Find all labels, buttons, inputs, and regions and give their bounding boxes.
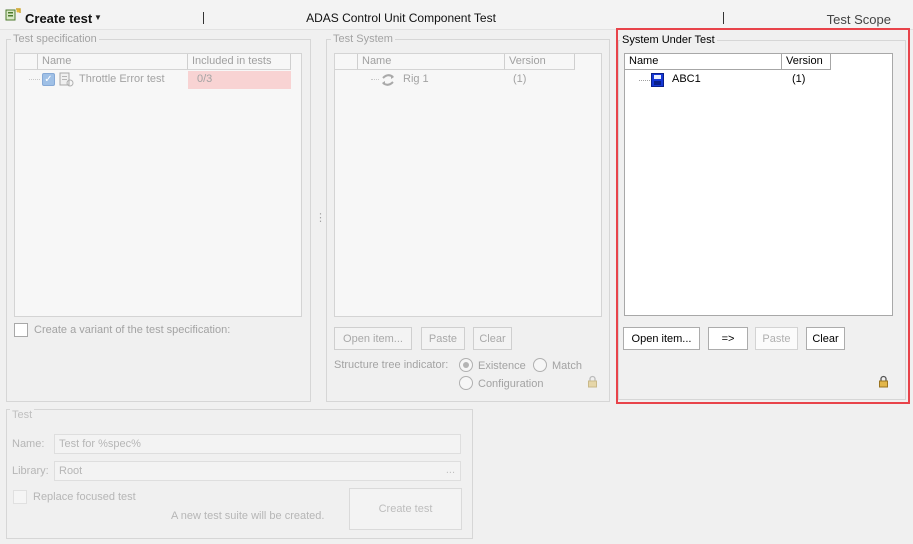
info-text: A new test suite will be created. [171, 510, 325, 522]
test-system-open-item-button[interactable]: Open item... [334, 327, 412, 350]
test-system-tree[interactable]: Name Version Rig 1 (1) [334, 53, 602, 317]
sut-assign-arrow-button[interactable]: => [708, 327, 748, 350]
replace-focused-test-label: Replace focused test [33, 491, 136, 503]
existence-radio-label: Existence [478, 360, 526, 372]
sut-open-item-button[interactable]: Open item... [623, 327, 700, 350]
sut-paste-button[interactable]: Paste [755, 327, 798, 350]
column-header-name[interactable]: Name [38, 54, 188, 70]
variant-checkbox-label: Create a variant of the test specificati… [34, 324, 231, 336]
configuration-radio-label: Configuration [478, 378, 544, 390]
system-under-test-name: ABC1 [672, 73, 701, 85]
existence-radio[interactable] [459, 358, 473, 372]
system-unit-icon [651, 73, 664, 87]
column-header-name[interactable]: Name [625, 54, 782, 70]
test-legend: Test [10, 409, 35, 421]
column-header-version[interactable]: Version [505, 54, 575, 70]
table-row[interactable]: Rig 1 (1) [335, 71, 575, 89]
column-header-name[interactable]: Name [358, 54, 505, 70]
column-header-spacer [335, 54, 358, 70]
page-title: ADAS Control Unit Component Test [306, 11, 496, 25]
match-radio[interactable] [533, 358, 547, 372]
splitter-grip-icon[interactable]: ⋮ [315, 211, 326, 224]
spec-name: Throttle Error test [79, 73, 165, 85]
lock-icon[interactable] [587, 375, 598, 388]
library-value: Root [59, 465, 83, 477]
test-system-legend: Test System [331, 33, 395, 45]
variant-checkbox[interactable] [14, 323, 28, 337]
tree-connector [371, 79, 379, 80]
system-under-test-legend: System Under Test [620, 34, 717, 46]
library-label: Library: [12, 465, 49, 477]
test-system-clear-button[interactable]: Clear [473, 327, 512, 350]
test-specification-tree[interactable]: Name Included in tests ✓ Throttle Error … [14, 53, 302, 317]
column-header-version[interactable]: Version [782, 54, 831, 70]
toolbar-separator [723, 12, 724, 24]
test-specification-icon [59, 72, 74, 87]
lock-icon[interactable] [878, 375, 889, 388]
rig-name: Rig 1 [403, 73, 429, 85]
test-name-input[interactable]: Test for %spec% [54, 434, 461, 454]
toolbar: Create test ▼ ADAS Control Unit Componen… [0, 0, 913, 30]
column-header-included[interactable]: Included in tests [188, 54, 291, 70]
table-row[interactable]: ✓ Throttle Error test 0/3 [15, 71, 291, 89]
test-scope-label: Test Scope [826, 12, 891, 27]
test-specification-legend: Test specification [11, 33, 99, 45]
structure-tree-indicator-label: Structure tree indicator: [334, 359, 449, 371]
table-row[interactable]: ABC1 (1) [625, 71, 831, 89]
system-under-test-tree[interactable]: Name Version ABC1 (1) [624, 53, 893, 316]
library-browse-button[interactable]: ... [446, 464, 455, 476]
tree-connector [639, 80, 650, 81]
library-field[interactable]: Root ... [54, 461, 461, 481]
test-name-label: Name: [12, 438, 45, 450]
checkbox-checked-icon[interactable]: ✓ [42, 73, 55, 86]
sut-clear-button[interactable]: Clear [806, 327, 845, 350]
match-radio-label: Match [552, 360, 582, 372]
column-header-spacer [15, 54, 38, 70]
test-system-paste-button[interactable]: Paste [421, 327, 465, 350]
included-count-cell: 0/3 [188, 71, 291, 89]
rig-icon [382, 74, 394, 86]
configuration-radio[interactable] [459, 376, 473, 390]
create-test-button[interactable]: Create test [349, 488, 462, 530]
system-under-test-version: (1) [792, 73, 806, 85]
tree-connector [29, 79, 40, 80]
rig-version: (1) [513, 73, 527, 85]
replace-focused-test-checkbox[interactable] [13, 490, 27, 504]
